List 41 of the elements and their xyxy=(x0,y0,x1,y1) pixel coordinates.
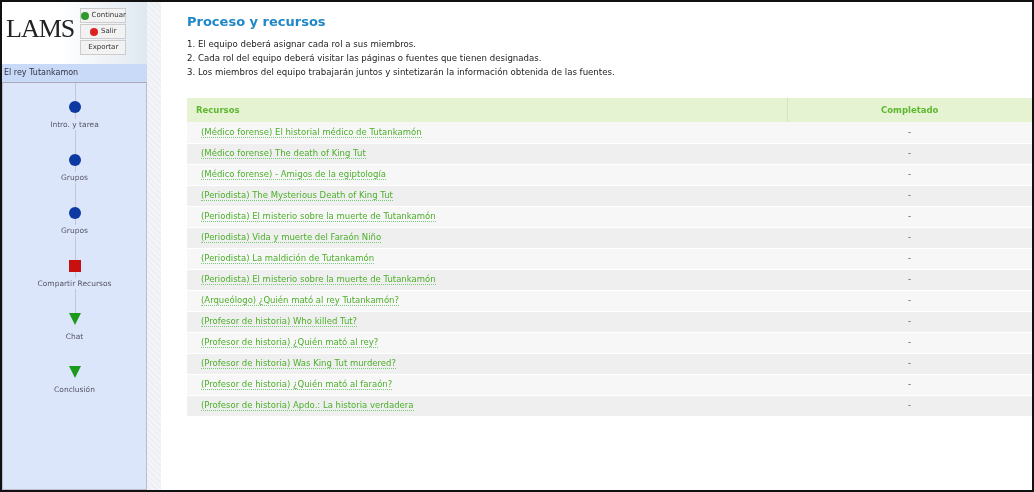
resource-link[interactable]: (Médico forense) - Amigos de la egiptología xyxy=(201,169,386,181)
page-heading: Proceso y recursos xyxy=(187,14,327,30)
resource-link[interactable]: (Profesor de historia) Apdo.: La historia verdadera xyxy=(201,400,414,412)
column-header: Completado xyxy=(787,97,1032,123)
triangle-icon[interactable] xyxy=(68,366,81,378)
lesson-title: El rey Tutankamon xyxy=(2,64,147,83)
completion-cell: - xyxy=(787,122,1032,144)
resource-link[interactable]: (Médico forense) The death of King Tut xyxy=(201,148,366,160)
resource-link[interactable]: (Profesor de historia) Was King Tut murdered? xyxy=(201,358,396,370)
resource-link[interactable]: (Periodista) La maldición de Tutankamón xyxy=(201,253,375,265)
completion-cell: - xyxy=(787,374,1032,396)
circle-icon[interactable] xyxy=(68,207,81,219)
completion-cell: - xyxy=(787,269,1032,291)
circle-icon[interactable] xyxy=(68,101,81,113)
completion-cell: - xyxy=(787,143,1032,165)
logo: LAMS xyxy=(6,13,75,45)
square-icon[interactable] xyxy=(68,260,81,272)
resource-link[interactable]: (Periodista) The Mysterious Death of King Tut xyxy=(201,190,393,202)
resource-link[interactable]: (Arqueólogo) ¿Quién mató al rey Tutankamón? xyxy=(201,295,399,307)
completion-cell: - xyxy=(787,311,1032,333)
completion-cell: - xyxy=(787,206,1032,228)
resource-link[interactable]: (Profesor de historia) ¿Quién mató al faraón? xyxy=(201,379,393,391)
completion-cell: - xyxy=(787,332,1032,354)
circle-icon[interactable] xyxy=(68,154,81,166)
instruction-text: 3. Los miembros del equipo trabajarán juntos y sintetizarán la información obtenida de las fuentes. xyxy=(187,67,616,78)
completion-cell: - xyxy=(787,395,1032,417)
stop-icon xyxy=(90,27,98,36)
go-icon xyxy=(80,11,89,20)
triangle-icon[interactable] xyxy=(68,313,81,325)
completion-cell: - xyxy=(787,290,1032,312)
resource-link[interactable]: (Profesor de historia) Who killed Tut? xyxy=(201,316,358,328)
completion-cell: - xyxy=(787,353,1032,375)
resource-link[interactable]: (Periodista) Vida y muerte del Faraón Niño xyxy=(201,232,382,244)
instruction-text: 2. Cada rol del equipo deberá visitar las páginas o fuentes que tienen designadas. xyxy=(187,52,543,64)
completion-cell: - xyxy=(787,248,1032,270)
completion-cell: - xyxy=(787,185,1032,207)
instruction-text: 1. El equipo deberá asignar cada rol a sus miembros. xyxy=(187,38,418,49)
completion-cell: - xyxy=(787,164,1032,186)
column-header: Recursos xyxy=(187,97,787,123)
completion-cell: - xyxy=(787,227,1032,249)
resource-link[interactable]: (Profesor de historia) ¿Quién mató al rey? xyxy=(201,337,379,349)
